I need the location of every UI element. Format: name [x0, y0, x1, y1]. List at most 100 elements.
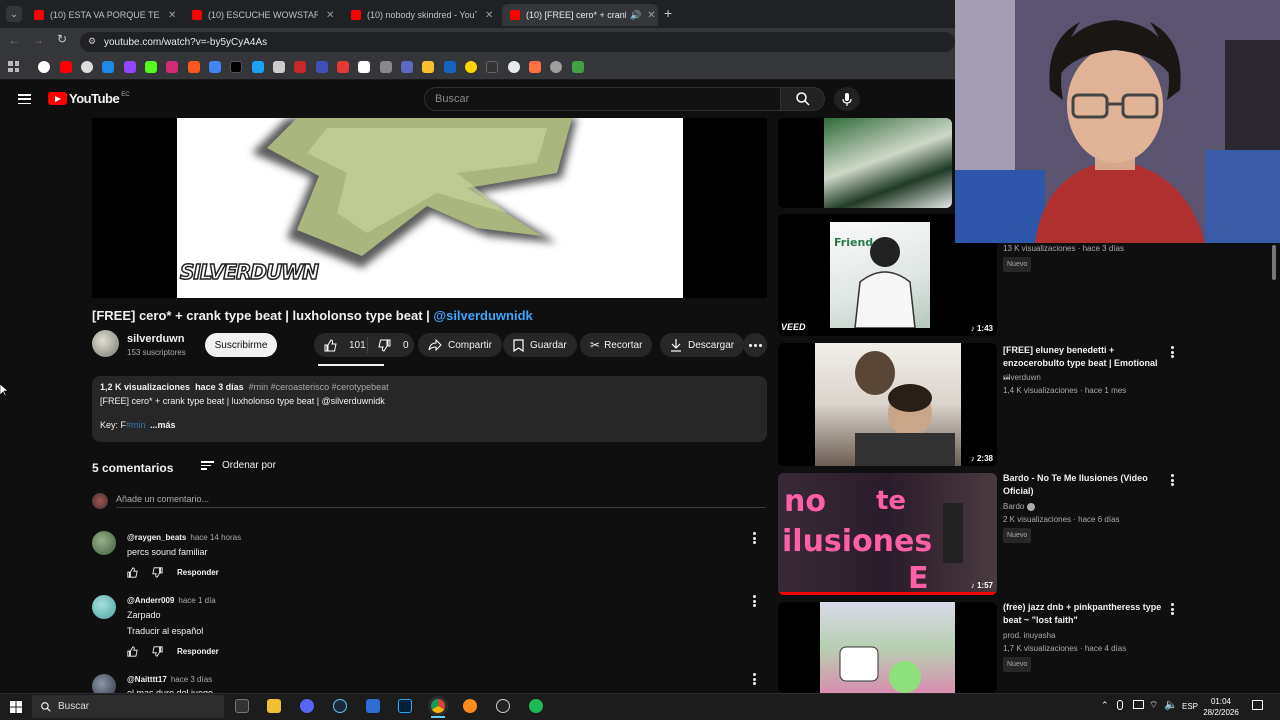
bookmark-notion-icon[interactable]: [358, 61, 370, 73]
share-button[interactable]: Compartir: [418, 333, 502, 357]
sort-comments-button[interactable]: Ordenar por: [201, 460, 276, 471]
obs-icon[interactable]: [496, 699, 510, 713]
wifi-tray-icon[interactable]: ⌔: [1149, 699, 1158, 712]
thumbs-up-icon[interactable]: [127, 646, 138, 657]
comment-menu-icon[interactable]: [752, 595, 756, 607]
bookmark-icon[interactable]: [273, 61, 285, 73]
hamburger-menu-icon[interactable]: [18, 94, 31, 104]
bookmark-google-icon[interactable]: [38, 61, 50, 73]
show-more-link[interactable]: ...más: [150, 420, 176, 430]
fl-studio-icon[interactable]: [463, 699, 477, 713]
steam-icon[interactable]: [333, 699, 347, 713]
bookmark-x-icon[interactable]: [230, 61, 242, 73]
discord-icon[interactable]: [300, 699, 314, 713]
windows-start-icon[interactable]: [10, 701, 22, 713]
bookmark-icon[interactable]: [294, 61, 306, 73]
address-bar[interactable]: ⚙ youtube.com/watch?v=-by5yCyA4As: [80, 32, 955, 52]
channel-avatar[interactable]: [92, 330, 119, 357]
thumbs-up-icon[interactable]: [127, 567, 138, 578]
system-clock[interactable]: 01:04 28/2/2026: [1198, 696, 1244, 718]
comment-menu-icon[interactable]: [752, 532, 756, 544]
taskbar-search[interactable]: Buscar: [32, 695, 224, 718]
reply-button[interactable]: Responder: [177, 647, 219, 656]
notification-icon[interactable]: [1252, 700, 1263, 710]
recommendation-channel[interactable]: Bardo: [1003, 502, 1024, 511]
bookmark-icon[interactable]: [188, 61, 200, 73]
bookmark-icon[interactable]: [81, 61, 93, 73]
vegas-icon[interactable]: [366, 699, 380, 713]
bookmark-icon[interactable]: [316, 61, 328, 73]
spotify-icon[interactable]: [529, 699, 543, 713]
forward-icon[interactable]: →: [32, 33, 44, 47]
back-icon[interactable]: ←: [8, 33, 20, 47]
search-input[interactable]: Buscar: [424, 87, 781, 111]
dislike-button[interactable]: 0: [368, 339, 409, 352]
youtube-logo[interactable]: YouTube EC: [48, 91, 130, 106]
recommendation-thumbnail[interactable]: ♪ 2:38: [778, 343, 997, 466]
volume-tray-icon[interactable]: 🔈: [1164, 698, 1178, 711]
bookmark-icon[interactable]: [508, 61, 520, 73]
bookmark-icon[interactable]: [550, 61, 562, 73]
page-scrollbar[interactable]: [1272, 245, 1276, 280]
comment-author[interactable]: @Naitttt17 hace 3 días: [127, 675, 212, 684]
apps-grid-icon[interactable]: [8, 61, 19, 72]
subscribe-button[interactable]: Suscribirme: [205, 333, 277, 357]
file-explorer-icon[interactable]: [267, 699, 281, 713]
bookmark-icon[interactable]: [252, 61, 264, 73]
photoshop-icon[interactable]: [398, 699, 412, 713]
site-info-icon[interactable]: ⚙: [88, 36, 96, 47]
bookmark-icon[interactable]: [337, 61, 349, 73]
bookmark-icon[interactable]: [102, 61, 114, 73]
add-comment-input[interactable]: Añade un comentario...: [116, 494, 766, 508]
bookmark-icon[interactable]: [422, 61, 434, 73]
bookmark-twitch-icon[interactable]: [124, 61, 136, 73]
recommendation-thumbnail[interactable]: [778, 602, 997, 693]
comment-avatar[interactable]: [92, 531, 116, 555]
save-button[interactable]: Guardar: [503, 333, 577, 357]
reload-icon[interactable]: ↻: [57, 32, 67, 46]
tab-search-dropdown-icon[interactable]: ⌄: [6, 6, 22, 22]
microphone-tray-icon[interactable]: [1117, 700, 1123, 710]
more-actions-button[interactable]: [743, 333, 767, 357]
browser-tab[interactable]: (10) ESCUCHE WOWSTAR Y ME... ✕: [184, 4, 336, 26]
clip-button[interactable]: ✂ Recortar: [580, 333, 653, 357]
reply-button[interactable]: Responder: [177, 568, 219, 577]
bookmark-instagram-icon[interactable]: [166, 61, 178, 73]
recommendation-menu-icon[interactable]: [1170, 603, 1174, 615]
bookmark-icon[interactable]: [209, 61, 221, 73]
voice-search-button[interactable]: [834, 87, 860, 111]
recommendation-channel[interactable]: silverduwn: [1003, 371, 1126, 384]
bookmark-youtube-icon[interactable]: [60, 61, 72, 73]
channel-name[interactable]: silverduwn: [127, 333, 184, 345]
network-tray-icon[interactable]: [1133, 700, 1144, 709]
language-indicator[interactable]: ESP: [1182, 702, 1198, 711]
bookmark-icon[interactable]: [465, 61, 477, 73]
new-tab-button[interactable]: +: [664, 5, 672, 21]
thumbs-down-icon[interactable]: [152, 567, 163, 578]
download-button[interactable]: Descargar: [660, 333, 745, 357]
close-tab-icon[interactable]: ✕: [647, 10, 655, 21]
bookmark-icon[interactable]: [380, 61, 392, 73]
close-tab-icon[interactable]: ✕: [485, 10, 493, 21]
bookmark-icon[interactable]: [486, 61, 498, 73]
audio-playing-icon[interactable]: 🔊: [630, 10, 641, 21]
recommendation-thumbnail[interactable]: no te ilusiones E ♪ 1:57: [778, 473, 997, 595]
translate-link[interactable]: Traducir al español: [127, 626, 203, 636]
recommendation-channel[interactable]: prod. inuyasha: [1003, 629, 1126, 642]
recommendation-menu-icon[interactable]: [1170, 474, 1174, 486]
bookmark-kick-icon[interactable]: [145, 61, 157, 73]
taskbar-app-icon[interactable]: [235, 699, 249, 713]
bookmark-icon[interactable]: [529, 61, 541, 73]
comment-menu-icon[interactable]: [752, 673, 756, 685]
chrome-icon[interactable]: [431, 699, 445, 713]
bookmark-icon[interactable]: [401, 61, 413, 73]
search-button[interactable]: [781, 87, 825, 111]
recommendation-title[interactable]: (free) jazz dnb + pinkpantheress type be…: [1003, 601, 1163, 627]
browser-tab-active[interactable]: (10) [FREE] cero* + crank typ... 🔊 ✕: [502, 4, 658, 26]
channel-handle-link[interactable]: @silverduwnidk: [433, 308, 532, 323]
close-tab-icon[interactable]: ✕: [168, 10, 176, 21]
recommendation-menu-icon[interactable]: [1170, 346, 1174, 358]
bookmark-icon[interactable]: [444, 61, 456, 73]
bookmark-icon[interactable]: [572, 61, 584, 73]
recommendation-title[interactable]: Bardo - No Te Me Ilusiones (Video Oficia…: [1003, 472, 1163, 498]
